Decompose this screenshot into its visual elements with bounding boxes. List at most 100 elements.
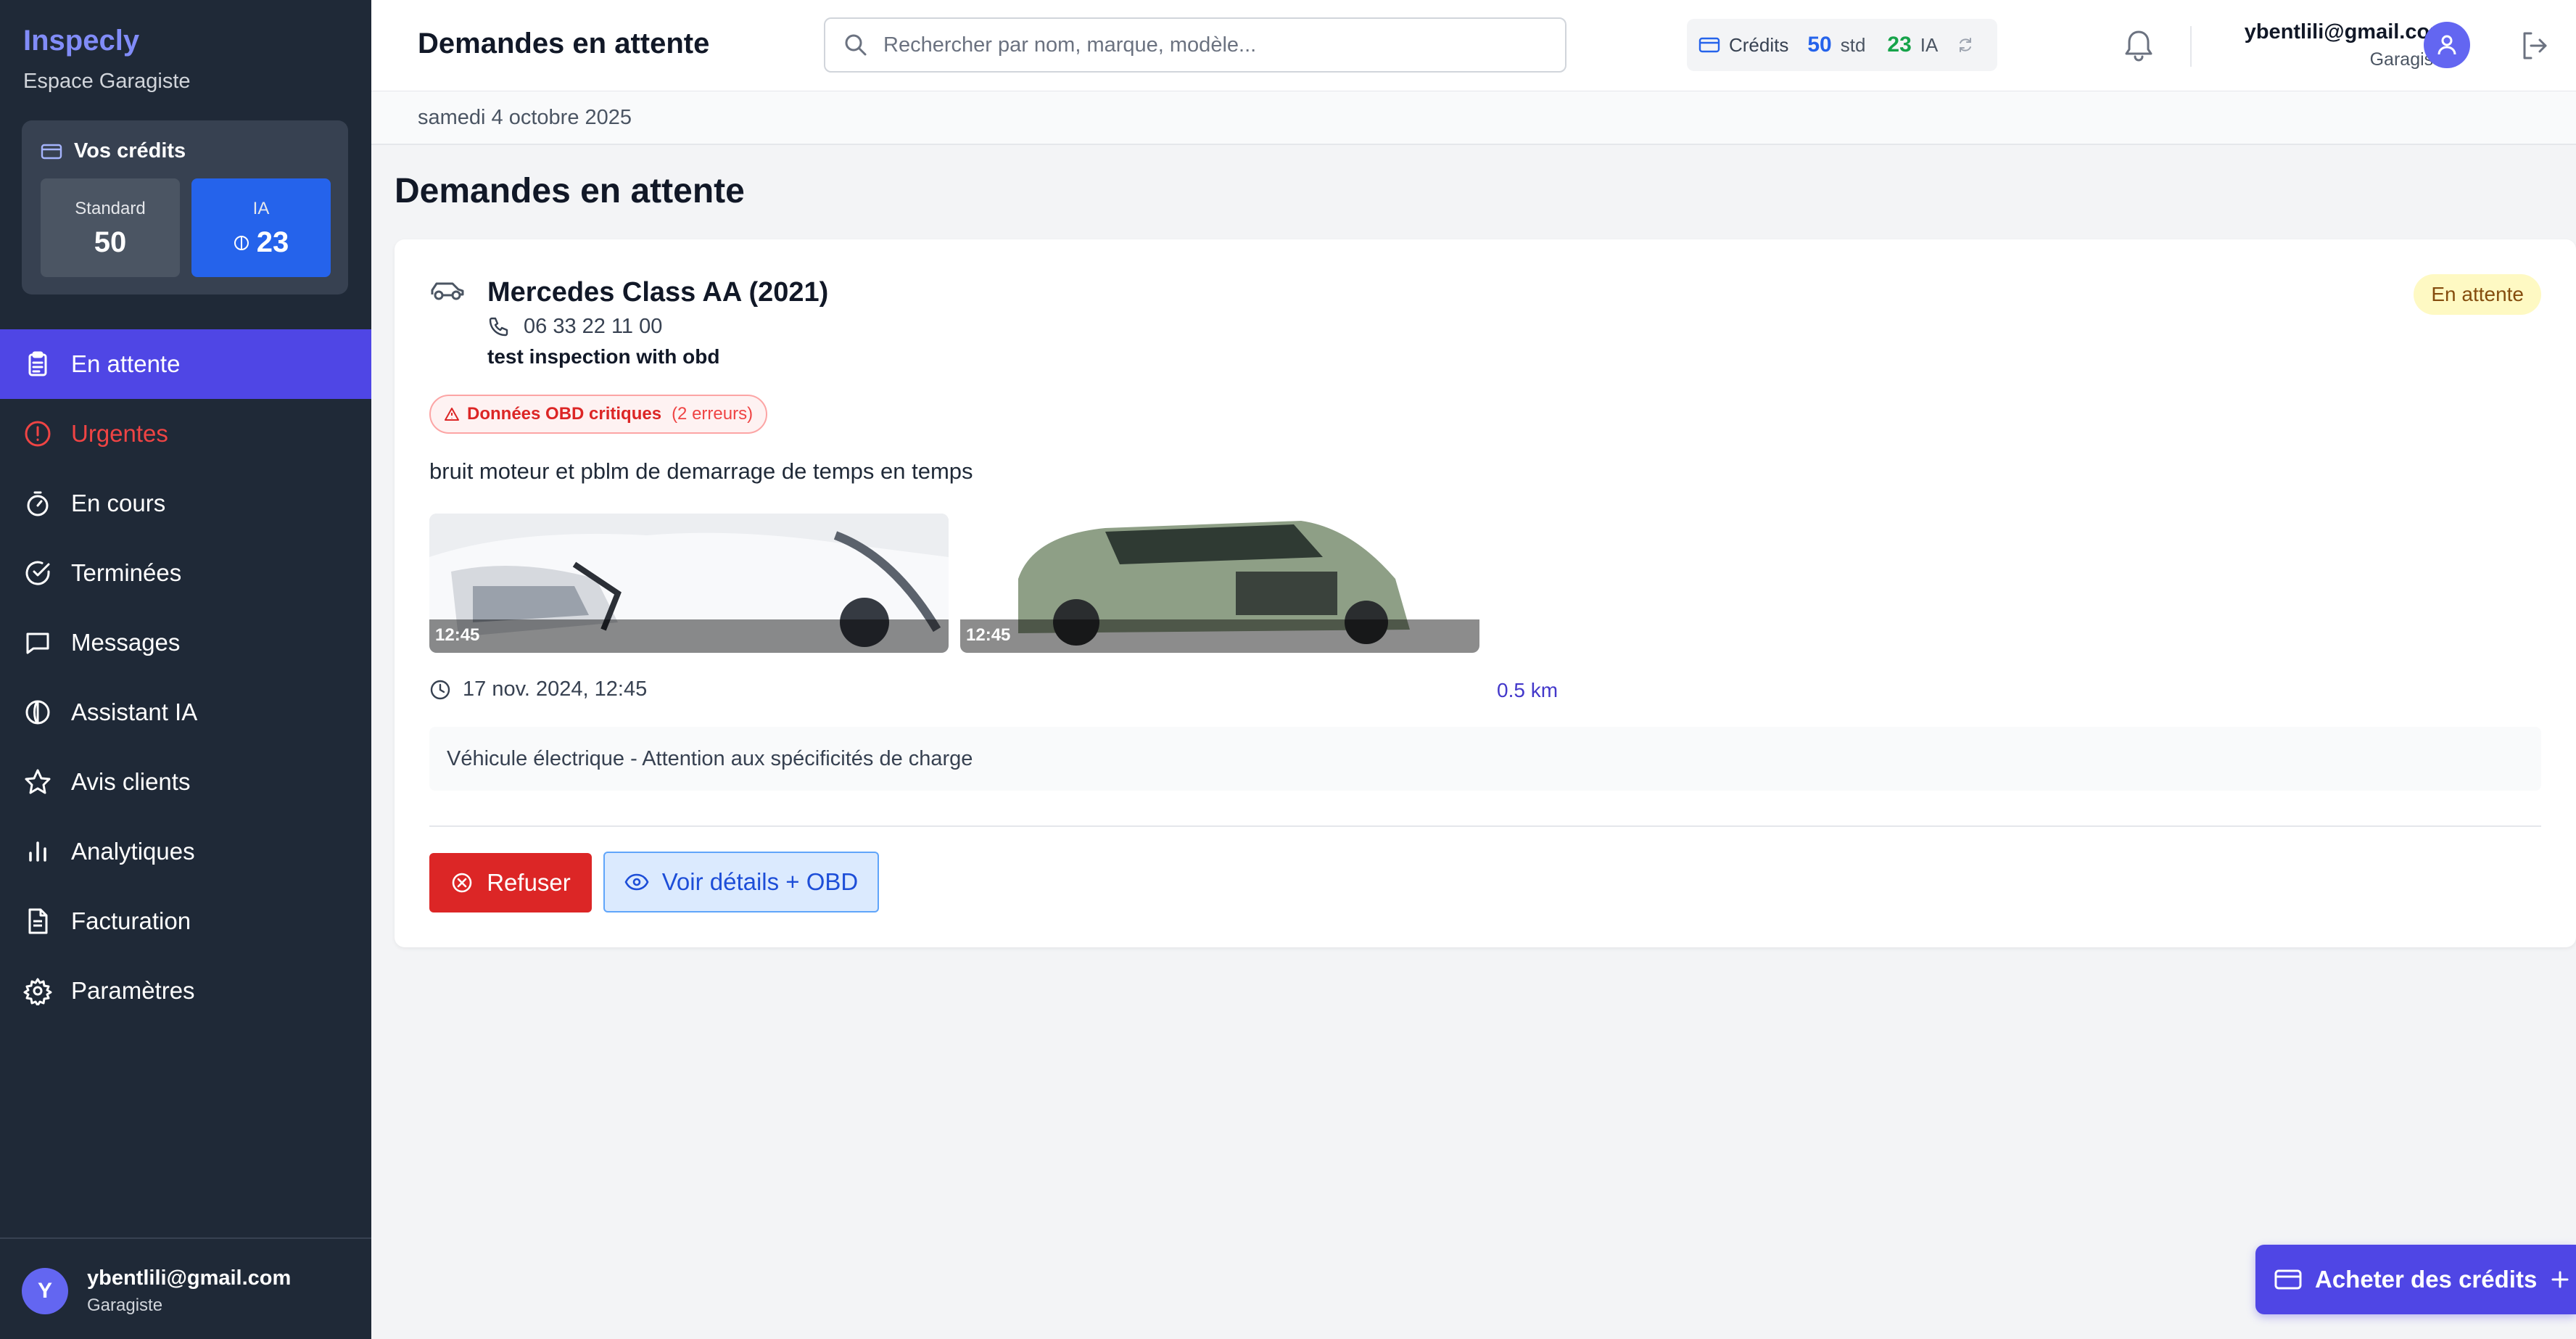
refuse-label: Refuser [487, 869, 571, 897]
vehicle-note: Véhicule électrique - Attention aux spéc… [429, 727, 2541, 791]
sidebar-item-label: Facturation [71, 907, 191, 935]
avatar: Y [22, 1268, 68, 1314]
sidebar-item-label: Assistant IA [71, 699, 197, 726]
user-avatar-icon[interactable] [2424, 22, 2470, 68]
credits-card-title: Vos crédits [74, 139, 186, 163]
credit-card-icon [2274, 1269, 2302, 1290]
sidebar-item-analytiques[interactable]: Analytiques [0, 817, 371, 886]
credit-card-icon [41, 143, 62, 160]
search-input[interactable] [883, 33, 1536, 57]
header-credits-std-unit: std [1841, 34, 1866, 57]
bell-icon[interactable] [2122, 28, 2155, 64]
warning-icon [444, 407, 460, 421]
buy-credits-button[interactable]: Acheter des crédits [2255, 1245, 2576, 1314]
sidebar-item-en-cours[interactable]: En cours [0, 469, 371, 538]
sidebar-item-terminees[interactable]: Terminées [0, 538, 371, 608]
date-bar: samedi 4 octobre 2025 [371, 91, 2576, 145]
sidebar-item-label: Urgentes [71, 420, 168, 448]
file-text-icon [23, 907, 52, 936]
search-box[interactable] [824, 17, 1566, 73]
photo-timestamp-bar [429, 619, 949, 653]
request-datetime: 17 nov. 2024, 12:45 [463, 677, 647, 701]
eye-icon [624, 873, 649, 891]
header-credits[interactable]: Crédits 50 std 23 IA [1687, 19, 1997, 71]
check-circle-icon [23, 559, 52, 588]
ia-credits-label: IA [191, 199, 331, 219]
view-details-label: Voir détails + OBD [662, 868, 859, 896]
credits-card-header: Vos crédits [41, 139, 186, 163]
sidebar: Inspecly Espace Garagiste Vos crédits St… [0, 0, 371, 1339]
bar-chart-icon [23, 837, 52, 866]
ai-icon [234, 235, 249, 251]
vehicle-photo[interactable]: 12:45 [960, 514, 1479, 653]
sidebar-item-avis-clients[interactable]: Avis clients [0, 747, 371, 817]
distance: 0.5 km [1497, 679, 1558, 702]
clock-icon [429, 679, 451, 701]
sidebar-nav: En attente Urgentes En cours Terminées M… [0, 329, 371, 1026]
car-icon [429, 277, 466, 303]
top-header: Demandes en attente Crédits 50 std 23 IA… [371, 0, 2576, 91]
alert-circle-icon [23, 419, 52, 448]
request-datetime-row: 17 nov. 2024, 12:45 [429, 677, 647, 701]
header-title: Demandes en attente [418, 28, 709, 60]
obd-critical-badge: Données OBD critiques (2 erreurs) [429, 395, 767, 434]
current-date: samedi 4 octobre 2025 [418, 106, 632, 130]
sidebar-item-assistant-ia[interactable]: Assistant IA [0, 677, 371, 747]
standard-credits-value: 50 [94, 226, 127, 259]
star-icon [23, 767, 52, 796]
logout-icon[interactable] [2518, 29, 2551, 62]
sidebar-item-label: Paramètres [71, 977, 195, 1005]
sidebar-item-urgentes[interactable]: Urgentes [0, 399, 371, 469]
photo-timestamp: 12:45 [435, 625, 479, 646]
credits-card: Vos crédits Standard 50 IA 23 [22, 120, 348, 294]
user-role: Garagiste [87, 1295, 162, 1316]
sidebar-item-label: Analytiques [71, 838, 195, 865]
sidebar-item-en-attente[interactable]: En attente [0, 329, 371, 399]
gear-icon [23, 976, 52, 1005]
plus-icon [2550, 1269, 2570, 1290]
sidebar-item-label: En cours [71, 490, 165, 517]
ai-icon [23, 698, 52, 727]
brand-logo[interactable]: Inspecly [23, 25, 139, 57]
brand-subtitle: Espace Garagiste [23, 70, 191, 94]
refuse-button[interactable]: Refuser [429, 853, 592, 912]
user-email: ybentlili@gmail.com [87, 1266, 291, 1290]
sidebar-item-label: En attente [71, 350, 180, 378]
ia-credits-value: 23 [257, 226, 289, 259]
header-credits-ia: 23 [1887, 33, 1911, 57]
request-card: Mercedes Class AA (2021) 06 33 22 11 00 … [395, 239, 2576, 947]
sidebar-item-label: Messages [71, 629, 180, 656]
sidebar-item-messages[interactable]: Messages [0, 608, 371, 677]
phone-number: 06 33 22 11 00 [524, 315, 662, 339]
header-credits-label: Crédits [1729, 34, 1788, 57]
status-badge: En attente [2414, 274, 2541, 315]
standard-credits-box: Standard 50 [41, 178, 180, 277]
header-credits-ia-unit: IA [1920, 34, 1939, 57]
refresh-icon[interactable] [1957, 36, 1974, 54]
header-divider [2190, 26, 2192, 67]
header-credits-std: 50 [1807, 33, 1831, 57]
credit-card-icon [1698, 36, 1720, 54]
photo-timestamp-bar [960, 619, 1479, 653]
obd-label: Données OBD critiques [467, 404, 661, 424]
buy-credits-label: Acheter des crédits [2315, 1266, 2537, 1293]
phone-icon [487, 316, 509, 338]
header-user-email: ybentlili@gmail.com [2245, 20, 2448, 44]
sidebar-item-parametres[interactable]: Paramètres [0, 956, 371, 1026]
ia-credits-box: IA 23 [191, 178, 331, 277]
view-details-button[interactable]: Voir détails + OBD [603, 852, 879, 912]
photo-timestamp: 12:45 [966, 625, 1010, 646]
timer-icon [23, 489, 52, 518]
search-icon [843, 32, 869, 58]
vehicle-photo[interactable]: 12:45 [429, 514, 949, 653]
message-icon [23, 628, 52, 657]
page-title: Demandes en attente [395, 171, 745, 211]
obd-error-count: (2 erreurs) [672, 404, 753, 424]
request-description-title: test inspection with obd [487, 345, 719, 368]
x-circle-icon [450, 871, 474, 894]
sidebar-item-facturation[interactable]: Facturation [0, 886, 371, 956]
phone-row: 06 33 22 11 00 [487, 315, 662, 339]
clipboard-icon [23, 350, 52, 379]
sidebar-item-label: Terminées [71, 559, 181, 587]
sidebar-user[interactable]: Y ybentlili@gmail.com Garagiste [0, 1237, 371, 1339]
